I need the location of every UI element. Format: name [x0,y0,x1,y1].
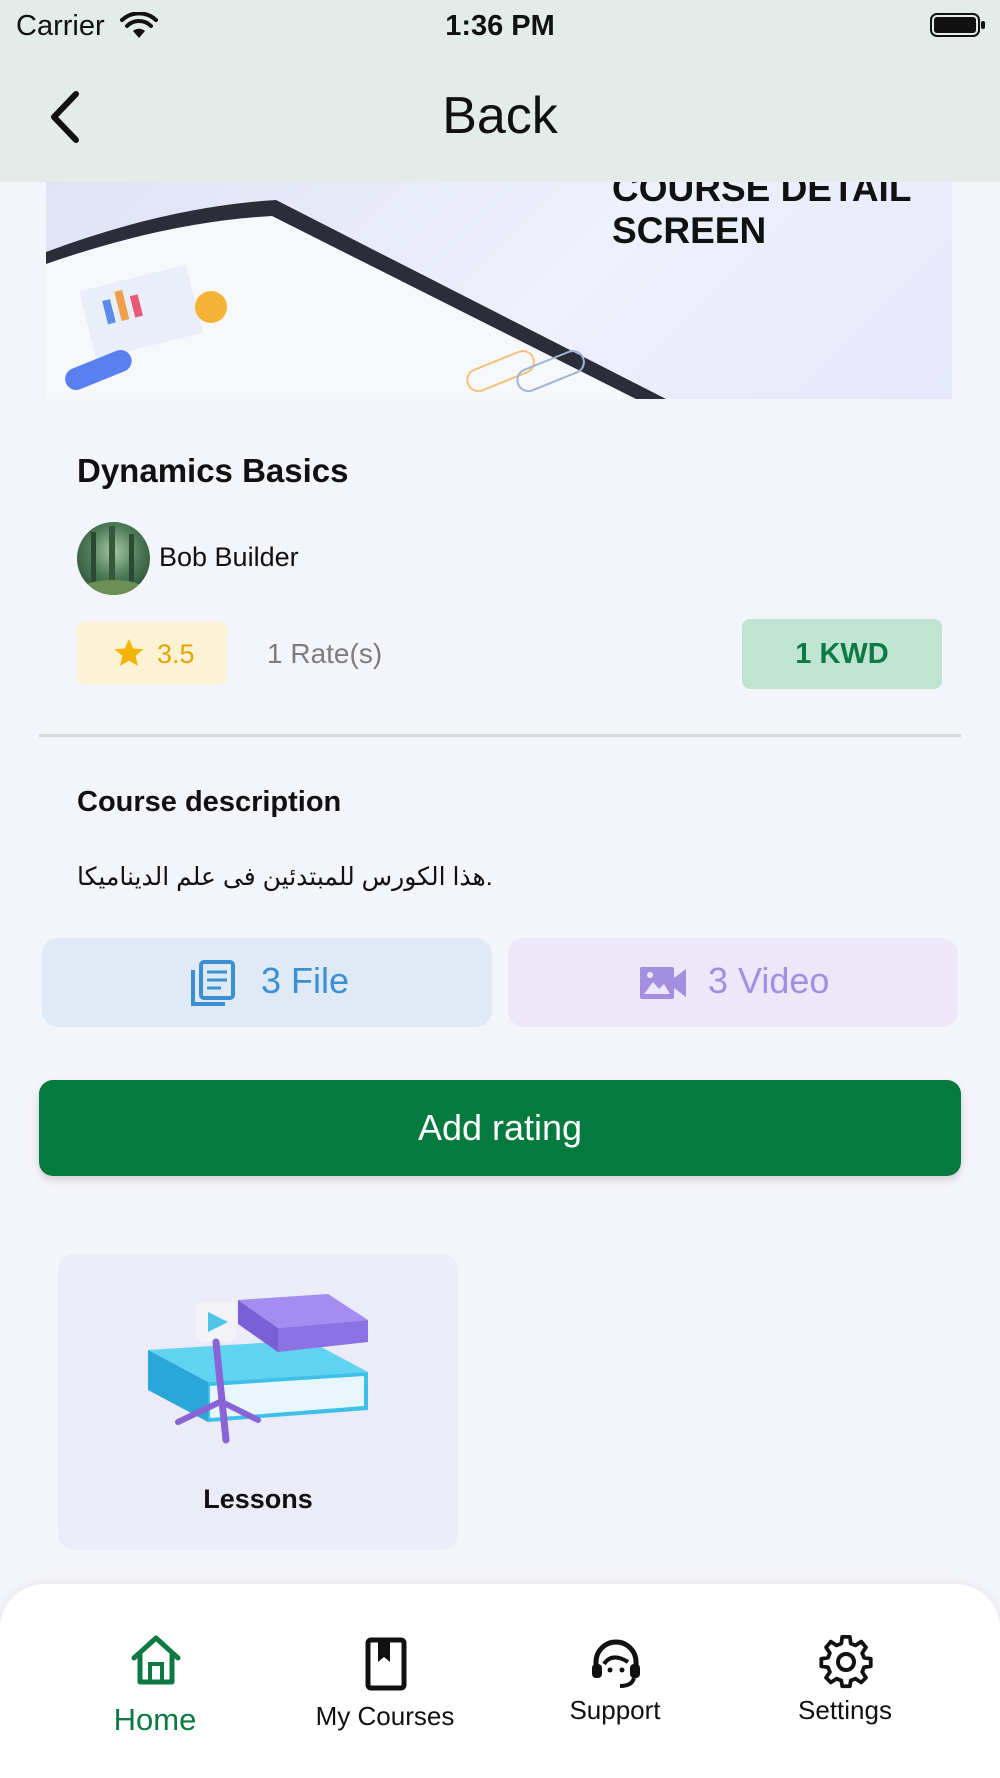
status-bar: Carrier 1:36 PM [0,0,1000,52]
tab-support[interactable]: Support [500,1584,730,1744]
tab-support-label: Support [569,1695,661,1725]
files-button[interactable]: 3 File [42,938,492,1027]
rating-value: 3.5 [157,639,195,669]
tab-settings[interactable]: Settings [730,1584,960,1744]
price-badge: 1 KWD [742,619,942,689]
course-banner-image: COURSE DETAIL SCREEN [46,182,952,399]
instructor-name: Bob Builder [159,542,299,572]
bottom-tab-bar: Home My Courses Support Settings [0,1584,1000,1778]
gear-icon [819,1634,873,1689]
rates-count: 1 Rate(s) [267,638,383,669]
divider [39,734,961,737]
lessons-label: Lessons [203,1484,313,1514]
headset-icon [592,1639,640,1688]
tab-home[interactable]: Home [40,1584,270,1744]
videos-count: 3 Video [708,960,830,1001]
book-icon [365,1637,407,1691]
video-camera-icon [640,967,686,999]
back-button[interactable]: Back [0,86,1000,146]
add-rating-button[interactable]: Add rating [39,1080,961,1176]
tab-settings-label: Settings [798,1695,892,1725]
lessons-card[interactable]: Lessons [58,1254,458,1550]
document-icon [191,960,235,1006]
course-title: Dynamics Basics [77,452,349,489]
banner-title: COURSE DETAIL SCREEN [612,182,911,251]
tab-my-courses[interactable]: My Courses [270,1584,500,1744]
tab-my-courses-label: My Courses [315,1701,455,1731]
star-icon [114,639,144,666]
tab-home-label: Home [113,1702,197,1737]
lessons-illustration [148,1294,368,1444]
home-icon [131,1635,181,1685]
status-time: 1:36 PM [445,10,555,42]
files-count: 3 File [261,960,350,1001]
rating-badge: 3.5 [77,622,227,684]
videos-button[interactable]: 3 Video [508,938,958,1027]
description-heading: Course description [77,786,342,818]
top-bar: Carrier 1:36 PM Back [0,0,1000,182]
battery-icon [930,13,985,37]
avatar [77,522,150,595]
description-text: هذا الكورس للمبتدئين فى علم الديناميكا. [77,863,493,891]
